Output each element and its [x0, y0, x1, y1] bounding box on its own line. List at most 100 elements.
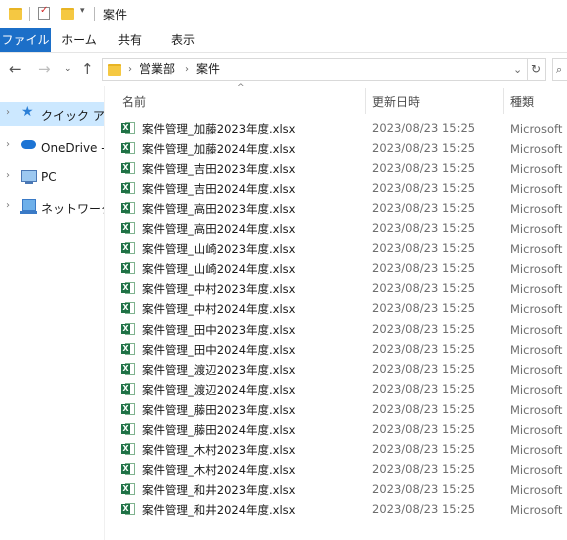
file-type: Microsoft Excel ワークシート — [510, 122, 567, 136]
file-modified-date: 2023/08/23 15:25 — [372, 161, 476, 176]
file-type: Microsoft Excel ワークシート — [510, 202, 567, 217]
file-row[interactable]: X 案件管理_中村2024年度.xlsx 2023/08/23 15:25 Micro… — [105, 298, 567, 318]
nav-item-onedrive[interactable]: › OneDrive - 個人用 — [0, 134, 104, 158]
nav-item-network[interactable]: › ネットワーク — [0, 195, 104, 219]
breadcrumb-item[interactable]: 営業部 — [139, 59, 175, 80]
file-row[interactable]: X 案件管理_和井2024年度.xlsx 2023/08/23 15:25 Micro… — [105, 499, 567, 519]
file-row[interactable]: X 案件管理_中村2023年度.xlsx 2023/08/23 15:25 Micro… — [105, 278, 567, 298]
file-modified-date: 2023/08/23 15:25 — [372, 341, 476, 356]
file-type: Microsoft Excel ワークシート — [510, 422, 567, 437]
excel-file-icon: X — [121, 181, 135, 195]
properties-check-icon[interactable] — [38, 5, 50, 20]
sort-ascending-icon: ^ — [237, 83, 245, 93]
file-type: Microsoft Excel ワークシート — [510, 482, 567, 497]
title-bar: ▾ 案件 — [0, 0, 567, 28]
file-name: 案件管理_和井2024年度.xlsx — [142, 502, 296, 517]
customize-quick-access-chevron-icon[interactable]: ▾ — [80, 6, 85, 16]
file-row[interactable]: X 案件管理_藤田2023年度.xlsx 2023/08/23 15:25 Micro… — [105, 399, 567, 419]
file-row[interactable]: X 案件管理_和井2023年度.xlsx 2023/08/23 15:25 Micro… — [105, 479, 567, 499]
file-row[interactable]: X 案件管理_吉田2023年度.xlsx 2023/08/23 15:25 Micro… — [105, 158, 567, 178]
excel-file-icon: X — [121, 121, 135, 135]
nav-item-label: PC — [41, 170, 57, 184]
file-type: Microsoft Excel ワークシート — [510, 382, 567, 397]
up-arrow-icon[interactable]: ↑ — [81, 53, 94, 85]
file-row[interactable]: X 案件管理_木村2023年度.xlsx 2023/08/23 15:25 Micro… — [105, 439, 567, 459]
file-modified-date: 2023/08/23 15:25 — [372, 281, 476, 296]
file-type: Microsoft Excel ワークシート — [510, 322, 567, 337]
file-row[interactable]: X 案件管理_木村2024年度.xlsx 2023/08/23 15:25 Micro… — [105, 459, 567, 479]
file-name: 案件管理_中村2023年度.xlsx — [142, 282, 296, 297]
file-name: 案件管理_田中2024年度.xlsx — [142, 342, 296, 357]
breadcrumb-item[interactable]: 案件 — [196, 59, 220, 80]
file-modified-date: 2023/08/23 15:25 — [372, 501, 476, 516]
file-row[interactable]: X 案件管理_田中2024年度.xlsx 2023/08/23 15:25 Micro… — [105, 339, 567, 359]
file-row[interactable]: X 案件管理_高田2024年度.xlsx 2023/08/23 15:25 Micro… — [105, 218, 567, 238]
file-name: 案件管理_藤田2024年度.xlsx — [142, 422, 296, 437]
excel-file-icon: X — [121, 502, 135, 516]
navigation-pane: › ★ クイック アクセス › OneDrive - 個人用 › PC › ネッ… — [0, 86, 104, 540]
file-name: 案件管理_渡辺2023年度.xlsx — [142, 362, 296, 377]
column-divider[interactable] — [365, 88, 366, 114]
column-divider[interactable] — [503, 88, 504, 114]
file-modified-date: 2023/08/23 15:25 — [372, 381, 476, 396]
expand-chevron-icon[interactable]: › — [6, 139, 10, 150]
tab-share[interactable]: 共有 — [112, 28, 148, 52]
nav-item-quick-access[interactable]: › ★ クイック アクセス — [0, 102, 104, 126]
folder-icon — [108, 64, 121, 76]
nav-item-label: OneDrive - 個人用 — [41, 141, 104, 155]
expand-chevron-icon[interactable]: › — [6, 200, 10, 211]
expand-chevron-icon[interactable]: › — [6, 107, 10, 118]
file-row[interactable]: X 案件管理_渡辺2023年度.xlsx 2023/08/23 15:25 Micro… — [105, 359, 567, 379]
file-row[interactable]: X 案件管理_吉田2024年度.xlsx 2023/08/23 15:25 Micro… — [105, 178, 567, 198]
expand-chevron-icon[interactable]: › — [6, 170, 10, 181]
file-modified-date: 2023/08/23 15:25 — [372, 441, 476, 456]
file-name: 案件管理_吉田2024年度.xlsx — [142, 182, 296, 197]
file-modified-date: 2023/08/23 15:25 — [372, 481, 476, 496]
file-modified-date: 2023/08/23 15:25 — [372, 361, 476, 376]
breadcrumb-separator-icon[interactable]: › — [128, 59, 132, 80]
recent-locations-chevron-icon[interactable]: ⌄ — [64, 53, 72, 85]
file-row[interactable]: X 案件管理_田中2023年度.xlsx 2023/08/23 15:25 Micro… — [105, 319, 567, 339]
ribbon-tabs: ファイル ホーム 共有 表示 — [0, 28, 567, 53]
quick-access-star-icon: ★ — [21, 104, 34, 120]
network-icon — [22, 199, 36, 211]
file-row[interactable]: X 案件管理_藤田2024年度.xlsx 2023/08/23 15:25 Micro… — [105, 419, 567, 439]
file-type: Microsoft Excel ワークシート — [510, 262, 567, 277]
breadcrumb-separator-icon[interactable]: › — [185, 59, 189, 80]
refresh-icon[interactable]: ↻ — [527, 58, 546, 81]
tab-home[interactable]: ホーム — [58, 28, 100, 52]
file-name: 案件管理_渡辺2024年度.xlsx — [142, 382, 296, 397]
back-arrow-icon[interactable]: ← — [9, 53, 22, 85]
file-row[interactable]: X 案件管理_山崎2023年度.xlsx 2023/08/23 15:25 Micro… — [105, 238, 567, 258]
excel-file-icon: X — [121, 261, 135, 275]
forward-arrow-icon[interactable]: → — [38, 53, 51, 85]
column-header-type[interactable]: 種類 — [510, 93, 534, 109]
column-header-date[interactable]: 更新日時 — [372, 93, 420, 109]
divider — [29, 7, 30, 21]
excel-file-icon: X — [121, 161, 135, 175]
folder-icon[interactable] — [9, 8, 22, 20]
file-row[interactable]: X 案件管理_山崎2024年度.xlsx 2023/08/23 15:25 Micro… — [105, 258, 567, 278]
address-dropdown-chevron-icon[interactable]: ⌄ — [513, 59, 522, 80]
file-type: Microsoft Excel ワークシート — [510, 342, 567, 357]
tab-view[interactable]: 表示 — [163, 28, 203, 52]
file-name: 案件管理_藤田2023年度.xlsx — [142, 402, 296, 417]
file-modified-date: 2023/08/23 15:25 — [372, 401, 476, 416]
new-folder-icon[interactable] — [61, 8, 74, 20]
excel-file-icon: X — [121, 241, 135, 255]
file-name: 案件管理_高田2024年度.xlsx — [142, 222, 296, 237]
file-row[interactable]: X 案件管理_高田2023年度.xlsx 2023/08/23 15:25 Micro… — [105, 198, 567, 218]
search-icon[interactable]: ⌕ — [552, 58, 567, 81]
file-row[interactable]: X 案件管理_渡辺2024年度.xlsx 2023/08/23 15:25 Micro… — [105, 379, 567, 399]
file-name: 案件管理_山崎2023年度.xlsx — [142, 242, 296, 257]
file-modified-date: 2023/08/23 15:25 — [372, 461, 476, 476]
file-name: 案件管理_田中2023年度.xlsx — [142, 322, 296, 337]
tab-file[interactable]: ファイル — [0, 28, 51, 52]
address-bar[interactable]: › 営業部 › 案件 ⌄ — [102, 58, 528, 81]
file-type: Microsoft Excel ワークシート — [510, 182, 567, 197]
file-row[interactable]: X 案件管理_加藤2024年度.xlsx 2023/08/23 15:25 Micro… — [105, 138, 567, 158]
column-header-name[interactable]: 名前 — [122, 93, 146, 109]
file-row[interactable]: X 案件管理_加藤2023年度.xlsx 2023/08/23 15:25 Micro… — [105, 118, 567, 138]
nav-item-pc[interactable]: › PC — [0, 165, 104, 189]
file-modified-date: 2023/08/23 15:25 — [372, 301, 476, 316]
